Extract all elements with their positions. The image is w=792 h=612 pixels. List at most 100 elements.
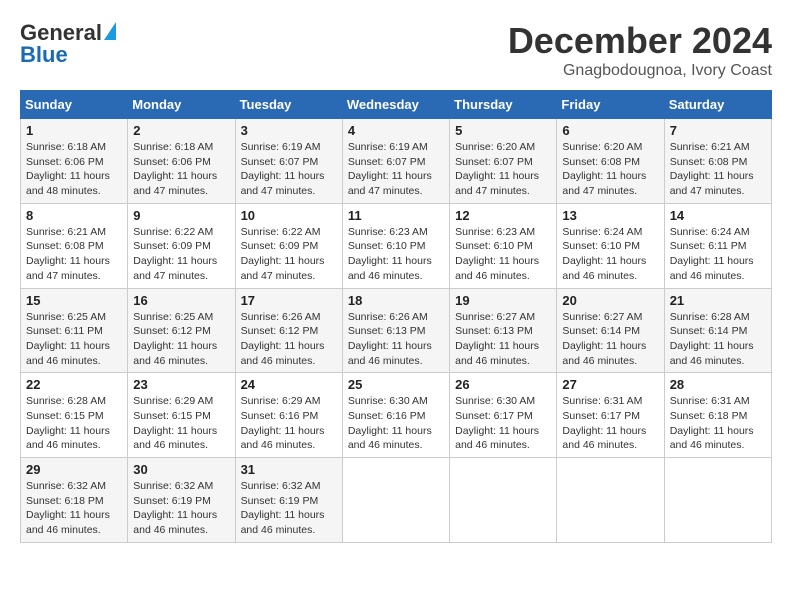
day-info: Sunrise: 6:18 AM Sunset: 6:06 PM Dayligh…: [26, 140, 122, 199]
day-info: Sunrise: 6:29 AM Sunset: 6:16 PM Dayligh…: [241, 394, 337, 453]
calendar-cell: 30 Sunrise: 6:32 AM Sunset: 6:19 PM Dayli…: [128, 458, 235, 543]
calendar-cell: 18 Sunrise: 6:26 AM Sunset: 6:13 PM Dayli…: [342, 288, 449, 373]
calendar-cell: 24 Sunrise: 6:29 AM Sunset: 6:16 PM Dayli…: [235, 373, 342, 458]
day-number: 1: [26, 123, 122, 138]
calendar-cell: 28 Sunrise: 6:31 AM Sunset: 6:18 PM Dayli…: [664, 373, 771, 458]
day-info: Sunrise: 6:24 AM Sunset: 6:10 PM Dayligh…: [562, 225, 658, 284]
weekday-header-saturday: Saturday: [664, 91, 771, 119]
day-info: Sunrise: 6:32 AM Sunset: 6:19 PM Dayligh…: [241, 479, 337, 538]
day-info: Sunrise: 6:32 AM Sunset: 6:19 PM Dayligh…: [133, 479, 229, 538]
day-number: 28: [670, 377, 766, 392]
day-info: Sunrise: 6:22 AM Sunset: 6:09 PM Dayligh…: [133, 225, 229, 284]
calendar-cell: 19 Sunrise: 6:27 AM Sunset: 6:13 PM Dayli…: [450, 288, 557, 373]
day-info: Sunrise: 6:29 AM Sunset: 6:15 PM Dayligh…: [133, 394, 229, 453]
weekday-header-monday: Monday: [128, 91, 235, 119]
day-number: 30: [133, 462, 229, 477]
day-info: Sunrise: 6:25 AM Sunset: 6:12 PM Dayligh…: [133, 310, 229, 369]
calendar-cell: 5Sunrise: 6:20 AM Sunset: 6:07 PM Daylig…: [450, 119, 557, 204]
weekday-header-friday: Friday: [557, 91, 664, 119]
calendar-cell: 31 Sunrise: 6:32 AM Sunset: 6:19 PM Dayli…: [235, 458, 342, 543]
day-number: 31: [241, 462, 337, 477]
day-info: Sunrise: 6:28 AM Sunset: 6:14 PM Dayligh…: [670, 310, 766, 369]
calendar-week-4: 22 Sunrise: 6:28 AM Sunset: 6:15 PM Dayli…: [21, 373, 772, 458]
day-info: Sunrise: 6:21 AM Sunset: 6:08 PM Dayligh…: [26, 225, 122, 284]
calendar-cell: 1 Sunrise: 6:18 AM Sunset: 6:06 PM Daylig…: [21, 119, 128, 204]
day-info: Sunrise: 6:20 AM Sunset: 6:07 PM Dayligh…: [455, 140, 551, 199]
day-number: 16: [133, 293, 229, 308]
day-info: Sunrise: 6:31 AM Sunset: 6:18 PM Dayligh…: [670, 394, 766, 453]
calendar-cell: [664, 458, 771, 543]
day-number: 13: [562, 208, 658, 223]
day-info: Sunrise: 6:19 AM Sunset: 6:07 PM Dayligh…: [241, 140, 337, 199]
calendar-cell: 2Sunrise: 6:18 AM Sunset: 6:06 PM Daylig…: [128, 119, 235, 204]
day-info: Sunrise: 6:23 AM Sunset: 6:10 PM Dayligh…: [455, 225, 551, 284]
calendar-cell: 27 Sunrise: 6:31 AM Sunset: 6:17 PM Dayli…: [557, 373, 664, 458]
day-info: Sunrise: 6:20 AM Sunset: 6:08 PM Dayligh…: [562, 140, 658, 199]
day-number: 8: [26, 208, 122, 223]
logo: General Blue: [20, 20, 116, 68]
calendar-cell: 13 Sunrise: 6:24 AM Sunset: 6:10 PM Dayli…: [557, 203, 664, 288]
day-number: 9: [133, 208, 229, 223]
weekday-header-thursday: Thursday: [450, 91, 557, 119]
calendar-week-5: 29 Sunrise: 6:32 AM Sunset: 6:18 PM Dayli…: [21, 458, 772, 543]
day-info: Sunrise: 6:27 AM Sunset: 6:13 PM Dayligh…: [455, 310, 551, 369]
calendar-cell: 11Sunrise: 6:23 AM Sunset: 6:10 PM Dayli…: [342, 203, 449, 288]
day-info: Sunrise: 6:25 AM Sunset: 6:11 PM Dayligh…: [26, 310, 122, 369]
title-area: December 2024 Gnagbodougnoa, Ivory Coast: [508, 20, 772, 80]
day-info: Sunrise: 6:30 AM Sunset: 6:16 PM Dayligh…: [348, 394, 444, 453]
calendar-cell: 8 Sunrise: 6:21 AM Sunset: 6:08 PM Daylig…: [21, 203, 128, 288]
calendar-cell: 9 Sunrise: 6:22 AM Sunset: 6:09 PM Daylig…: [128, 203, 235, 288]
calendar-cell: 3 Sunrise: 6:19 AM Sunset: 6:07 PM Daylig…: [235, 119, 342, 204]
day-number: 22: [26, 377, 122, 392]
day-number: 26: [455, 377, 551, 392]
calendar-week-3: 15 Sunrise: 6:25 AM Sunset: 6:11 PM Dayli…: [21, 288, 772, 373]
weekday-header-row: SundayMondayTuesdayWednesdayThursdayFrid…: [21, 91, 772, 119]
calendar-table: SundayMondayTuesdayWednesdayThursdayFrid…: [20, 90, 772, 543]
day-number: 11: [348, 208, 444, 223]
logo-blue-text: Blue: [20, 42, 68, 68]
day-number: 15: [26, 293, 122, 308]
calendar-cell: 10 Sunrise: 6:22 AM Sunset: 6:09 PM Dayli…: [235, 203, 342, 288]
calendar-cell: 25 Sunrise: 6:30 AM Sunset: 6:16 PM Dayli…: [342, 373, 449, 458]
day-number: 19: [455, 293, 551, 308]
day-number: 21: [670, 293, 766, 308]
calendar-cell: 29 Sunrise: 6:32 AM Sunset: 6:18 PM Dayli…: [21, 458, 128, 543]
day-number: 7: [670, 123, 766, 138]
day-number: 4: [348, 123, 444, 138]
day-info: Sunrise: 6:30 AM Sunset: 6:17 PM Dayligh…: [455, 394, 551, 453]
calendar-cell: [342, 458, 449, 543]
calendar-cell: 16 Sunrise: 6:25 AM Sunset: 6:12 PM Dayli…: [128, 288, 235, 373]
calendar-cell: 26 Sunrise: 6:30 AM Sunset: 6:17 PM Dayli…: [450, 373, 557, 458]
weekday-header-wednesday: Wednesday: [342, 91, 449, 119]
calendar-cell: 23 Sunrise: 6:29 AM Sunset: 6:15 PM Dayli…: [128, 373, 235, 458]
day-info: Sunrise: 6:31 AM Sunset: 6:17 PM Dayligh…: [562, 394, 658, 453]
calendar-cell: 21 Sunrise: 6:28 AM Sunset: 6:14 PM Dayli…: [664, 288, 771, 373]
day-number: 6: [562, 123, 658, 138]
calendar-week-2: 8 Sunrise: 6:21 AM Sunset: 6:08 PM Daylig…: [21, 203, 772, 288]
calendar-cell: 14Sunrise: 6:24 AM Sunset: 6:11 PM Dayli…: [664, 203, 771, 288]
day-info: Sunrise: 6:26 AM Sunset: 6:12 PM Dayligh…: [241, 310, 337, 369]
day-number: 25: [348, 377, 444, 392]
day-info: Sunrise: 6:27 AM Sunset: 6:14 PM Dayligh…: [562, 310, 658, 369]
page-header: General Blue December 2024 Gnagbodougnoa…: [20, 20, 772, 80]
day-info: Sunrise: 6:28 AM Sunset: 6:15 PM Dayligh…: [26, 394, 122, 453]
day-number: 18: [348, 293, 444, 308]
day-info: Sunrise: 6:22 AM Sunset: 6:09 PM Dayligh…: [241, 225, 337, 284]
day-number: 29: [26, 462, 122, 477]
calendar-week-1: 1 Sunrise: 6:18 AM Sunset: 6:06 PM Daylig…: [21, 119, 772, 204]
day-number: 10: [241, 208, 337, 223]
day-info: Sunrise: 6:32 AM Sunset: 6:18 PM Dayligh…: [26, 479, 122, 538]
day-number: 14: [670, 208, 766, 223]
calendar-cell: 4 Sunrise: 6:19 AM Sunset: 6:07 PM Daylig…: [342, 119, 449, 204]
day-number: 24: [241, 377, 337, 392]
day-info: Sunrise: 6:26 AM Sunset: 6:13 PM Dayligh…: [348, 310, 444, 369]
day-number: 3: [241, 123, 337, 138]
day-number: 23: [133, 377, 229, 392]
day-info: Sunrise: 6:19 AM Sunset: 6:07 PM Dayligh…: [348, 140, 444, 199]
weekday-header-sunday: Sunday: [21, 91, 128, 119]
weekday-header-tuesday: Tuesday: [235, 91, 342, 119]
month-title: December 2024: [508, 20, 772, 62]
day-number: 27: [562, 377, 658, 392]
calendar-cell: 22 Sunrise: 6:28 AM Sunset: 6:15 PM Dayli…: [21, 373, 128, 458]
location-text: Gnagbodougnoa, Ivory Coast: [508, 62, 772, 80]
